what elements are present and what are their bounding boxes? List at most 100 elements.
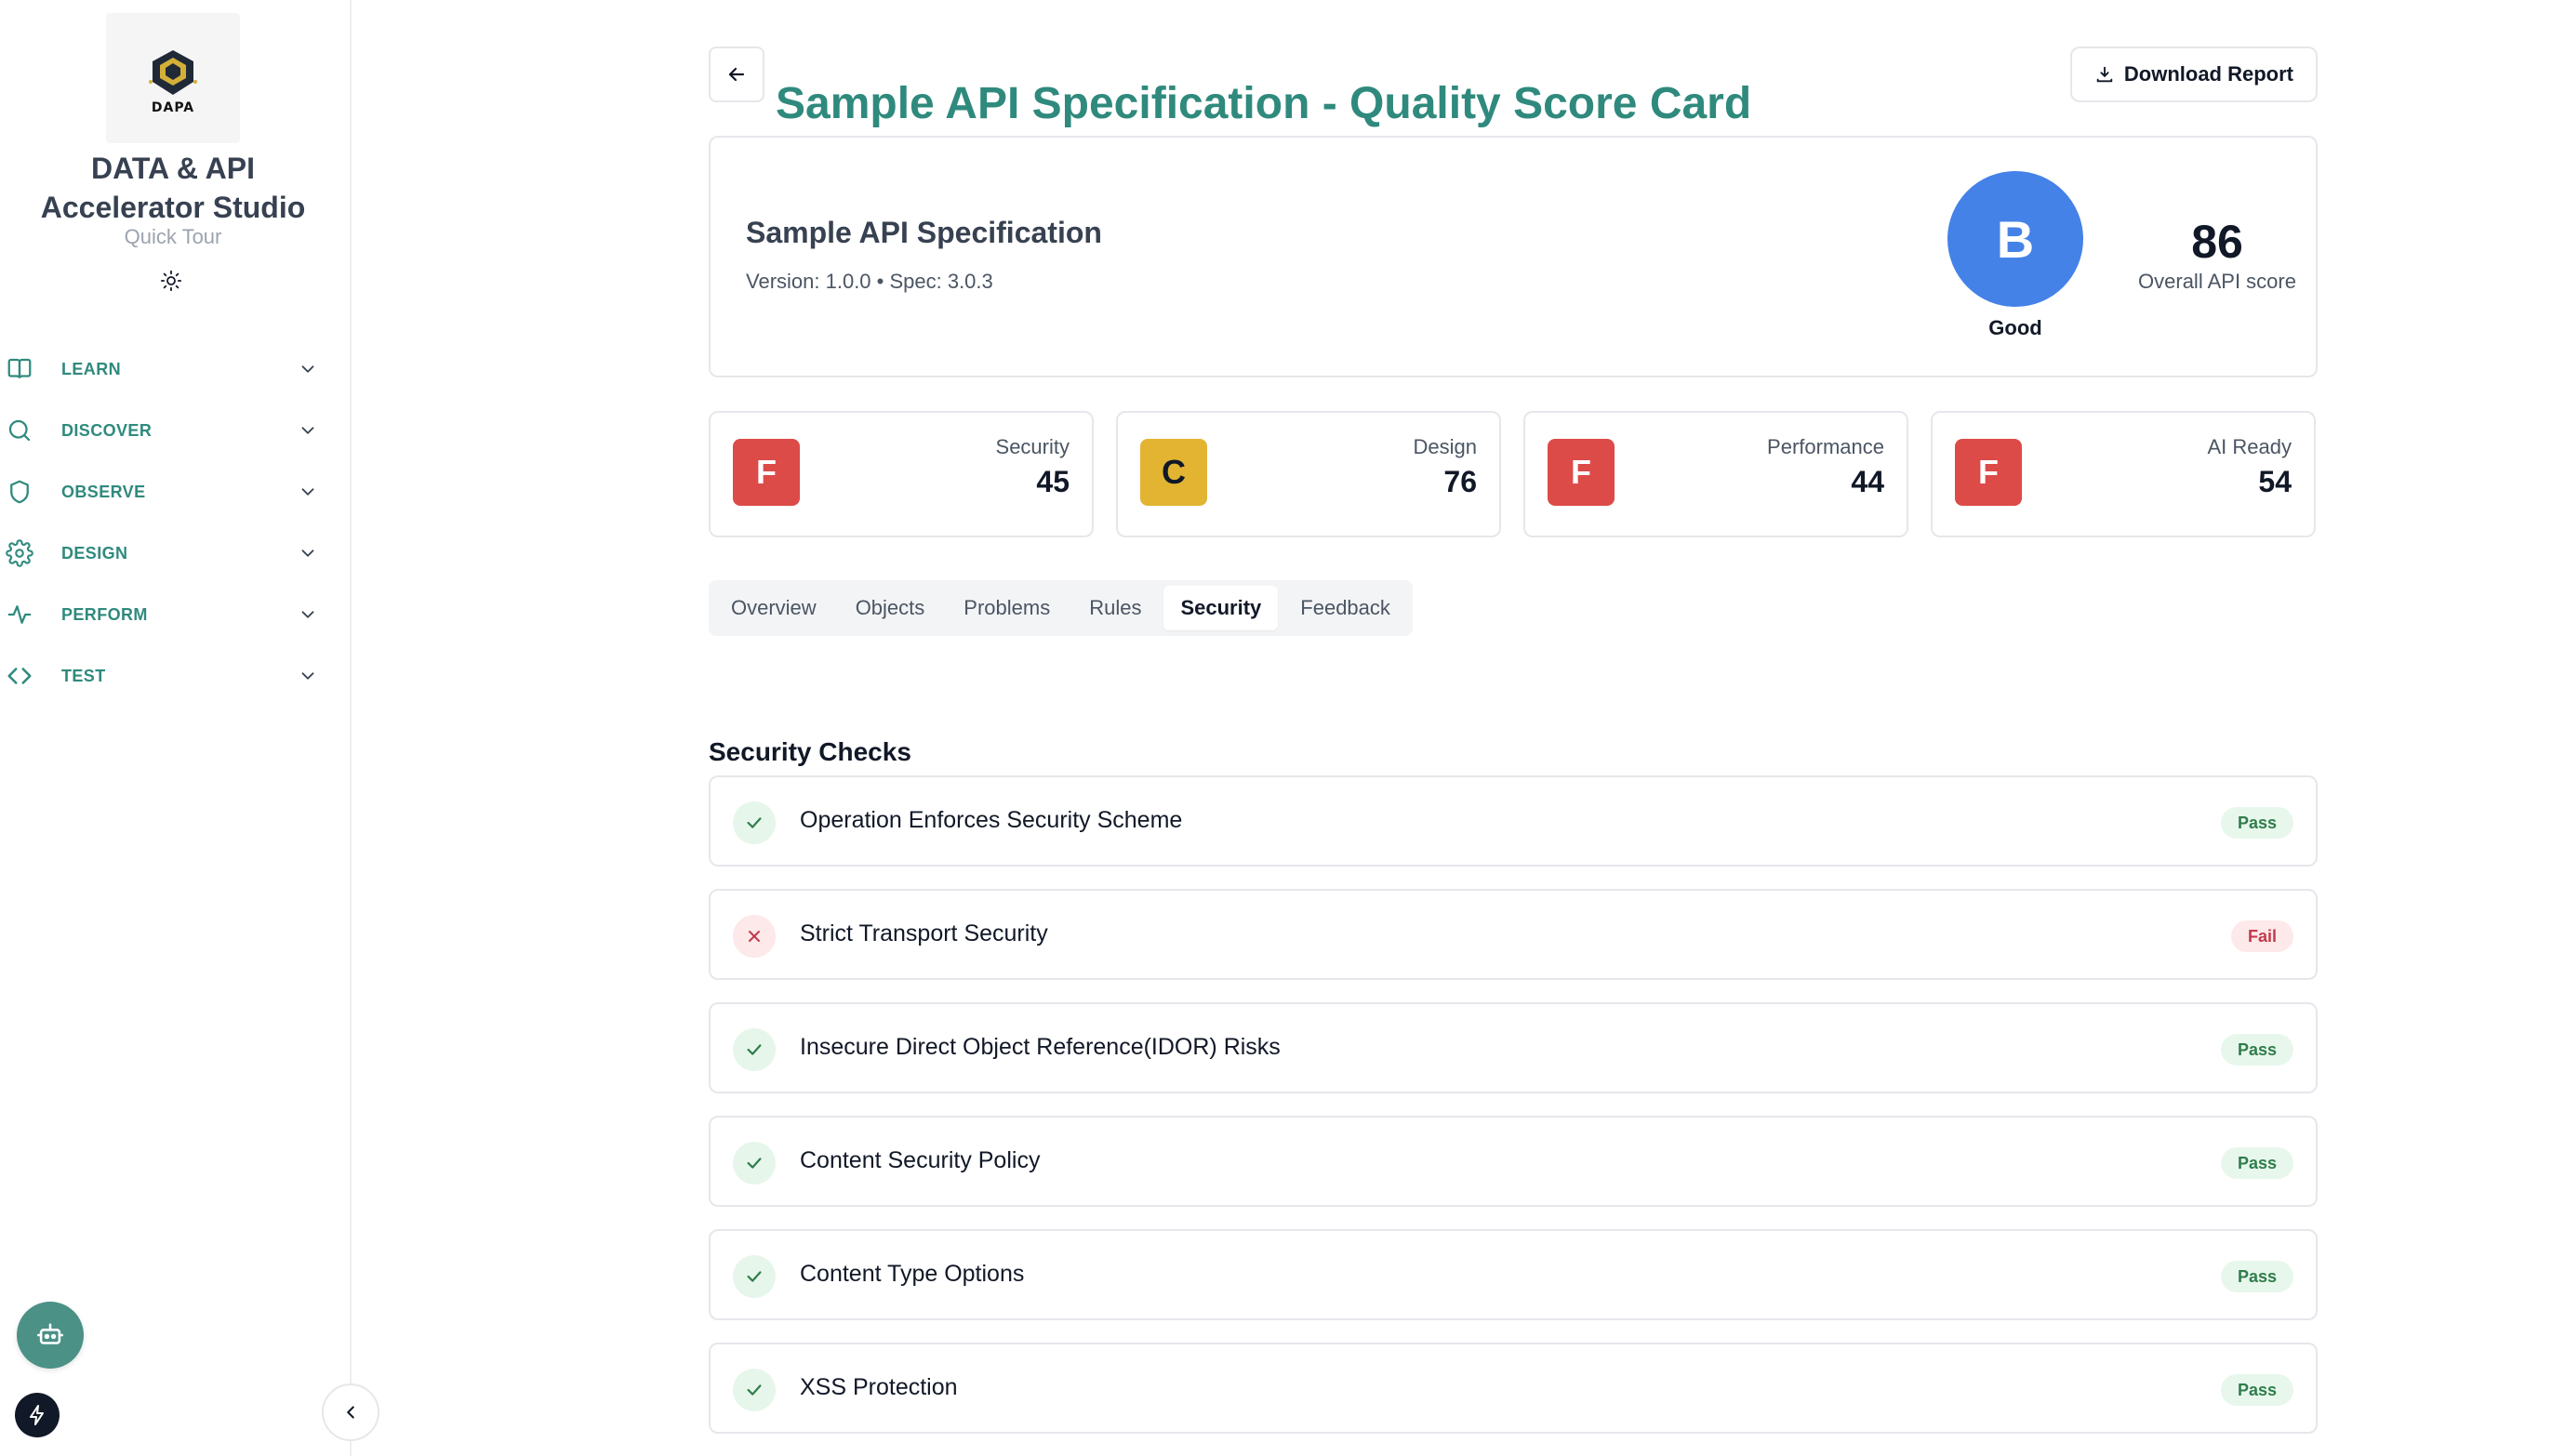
- status-badge: Pass: [2220, 807, 2293, 839]
- check-row: Strict Transport Security Fail: [709, 889, 2318, 980]
- check-pass-icon: [733, 1028, 776, 1071]
- score-value: 54: [2258, 465, 2292, 498]
- overall-score-label: Overall API score: [2138, 270, 2296, 293]
- sidebar-item-design[interactable]: DESIGN: [0, 523, 346, 584]
- check-row: Operation Enforces Security Scheme Pass: [709, 775, 2318, 867]
- chevron-down-icon: [301, 672, 314, 680]
- page-header: Sample API Specification - Quality Score…: [709, 45, 2318, 128]
- logo-shield-icon: [149, 50, 197, 95]
- check-pass-icon: [733, 801, 776, 844]
- download-report-button[interactable]: Download Report: [2069, 46, 2318, 102]
- chevron-down-icon: [301, 427, 314, 434]
- robot-icon: [36, 1323, 64, 1344]
- overall-grade-circle: B: [1947, 171, 2083, 307]
- sidebar-nav: LEARN DISCOVER OBSERVE DESIGN PERFORM TE…: [0, 338, 346, 707]
- download-icon: [2096, 66, 2113, 83]
- page-title: Sample API Specification - Quality Score…: [776, 79, 1752, 129]
- activity-icon: [7, 605, 32, 624]
- sidebar-collapse-button[interactable]: [322, 1383, 379, 1441]
- grade-badge: F: [1548, 439, 1615, 506]
- chevron-down-icon: [301, 365, 314, 373]
- overall-score-value: 86: [2191, 216, 2243, 268]
- score-value: 45: [1036, 465, 1070, 498]
- code-icon: [7, 668, 32, 684]
- sidebar-item-label: DISCOVER: [61, 420, 153, 440]
- book-icon: [7, 358, 32, 378]
- check-name: Insecure Direct Object Reference(IDOR) R…: [800, 1034, 1281, 1060]
- tab-objects[interactable]: Objects: [839, 586, 942, 630]
- search-icon: [8, 419, 31, 442]
- sidebar-item-label: LEARN: [61, 359, 121, 378]
- sidebar-item-observe[interactable]: OBSERVE: [0, 461, 346, 523]
- sidebar-item-perform[interactable]: PERFORM: [0, 584, 346, 645]
- security-checks-list: Operation Enforces Security Scheme Pass …: [709, 775, 2318, 1456]
- shield-icon: [10, 480, 29, 504]
- score-title: AI Ready: [2207, 435, 2293, 458]
- score-title: Security: [995, 435, 1070, 458]
- overall-grade-label: Good: [1988, 316, 2042, 339]
- chevron-down-icon: [301, 549, 314, 557]
- grade-badge: C: [1140, 439, 1207, 506]
- check-pass-icon: [733, 1369, 776, 1411]
- grade-badge: F: [1955, 439, 2022, 506]
- assistant-bot-button[interactable]: [17, 1302, 84, 1369]
- api-name: Sample API Specification: [746, 216, 1102, 249]
- check-row: Insecure Direct Object Reference(IDOR) R…: [709, 1002, 2318, 1093]
- score-card-ai-ready[interactable]: F AI Ready 54: [1931, 411, 2316, 537]
- status-badge: Pass: [2220, 1147, 2293, 1179]
- quick-action-button[interactable]: [15, 1393, 60, 1437]
- score-cards: F Security 45 C Design 76 F Performance …: [709, 411, 2318, 537]
- gear-icon: [6, 539, 33, 567]
- app-root: DAPA DATA & API Accelerator Studio Quick…: [0, 0, 2565, 1456]
- logo-text: DAPA: [151, 100, 195, 115]
- content-tabs: Overview Objects Problems Rules Security…: [709, 580, 1413, 636]
- brand-logo: DAPA: [106, 13, 240, 143]
- sun-icon[interactable]: [160, 270, 182, 292]
- check-row: Content Security Policy Pass: [709, 1116, 2318, 1207]
- status-badge: Pass: [2220, 1261, 2293, 1292]
- security-checks-title: Security Checks: [709, 737, 911, 767]
- sidebar-item-label: PERFORM: [61, 604, 148, 624]
- bolt-icon: [30, 1405, 44, 1425]
- main-content: Sample API Specification - Quality Score…: [709, 0, 2318, 1456]
- api-meta: Version: 1.0.0 • Spec: 3.0.3: [746, 270, 993, 293]
- status-badge: Pass: [2220, 1034, 2293, 1066]
- tab-problems[interactable]: Problems: [947, 586, 1067, 630]
- sidebar-item-test[interactable]: TEST: [0, 645, 346, 707]
- tab-overview[interactable]: Overview: [714, 586, 833, 630]
- check-row: Content Type Options Pass: [709, 1229, 2318, 1320]
- summary-card: Sample API Specification Version: 1.0.0 …: [709, 136, 2318, 377]
- sidebar-item-discover[interactable]: DISCOVER: [0, 400, 346, 461]
- check-name: Content Type Options: [800, 1261, 1025, 1287]
- sidebar-item-label: TEST: [61, 666, 106, 685]
- chevron-down-icon: [301, 488, 314, 496]
- chevron-down-icon: [301, 611, 314, 618]
- score-value: 44: [1851, 465, 1884, 498]
- chevron-left-icon: [347, 1406, 354, 1419]
- brand-title: DATA & API Accelerator Studio: [40, 152, 306, 224]
- check-name: Content Security Policy: [800, 1147, 1041, 1173]
- score-card-performance[interactable]: F Performance 44: [1523, 411, 1908, 537]
- score-card-security[interactable]: F Security 45: [709, 411, 1094, 537]
- check-name: XSS Protection: [800, 1374, 958, 1400]
- quick-tour-link[interactable]: Quick Tour: [0, 225, 346, 249]
- check-name: Strict Transport Security: [800, 920, 1048, 946]
- sidebar: DAPA DATA & API Accelerator Studio Quick…: [0, 0, 352, 1456]
- sidebar-item-label: OBSERVE: [61, 482, 146, 501]
- download-report-label: Download Report: [2123, 62, 2293, 86]
- score-title: Performance: [1767, 435, 1884, 458]
- tab-security[interactable]: Security: [1163, 586, 1279, 630]
- sidebar-item-learn[interactable]: LEARN: [0, 338, 346, 400]
- arrow-left-icon: [728, 67, 745, 82]
- tab-rules[interactable]: Rules: [1072, 586, 1158, 630]
- tab-feedback[interactable]: Feedback: [1283, 586, 1407, 630]
- back-button[interactable]: [709, 46, 764, 102]
- check-pass-icon: [733, 1255, 776, 1298]
- check-fail-icon: [733, 915, 776, 958]
- status-badge: Pass: [2220, 1374, 2293, 1406]
- check-row: XSS Protection Pass: [709, 1343, 2318, 1434]
- score-title: Design: [1413, 435, 1477, 458]
- grade-badge: F: [733, 439, 800, 506]
- score-card-design[interactable]: C Design 76: [1116, 411, 1501, 537]
- score-value: 76: [1443, 465, 1477, 498]
